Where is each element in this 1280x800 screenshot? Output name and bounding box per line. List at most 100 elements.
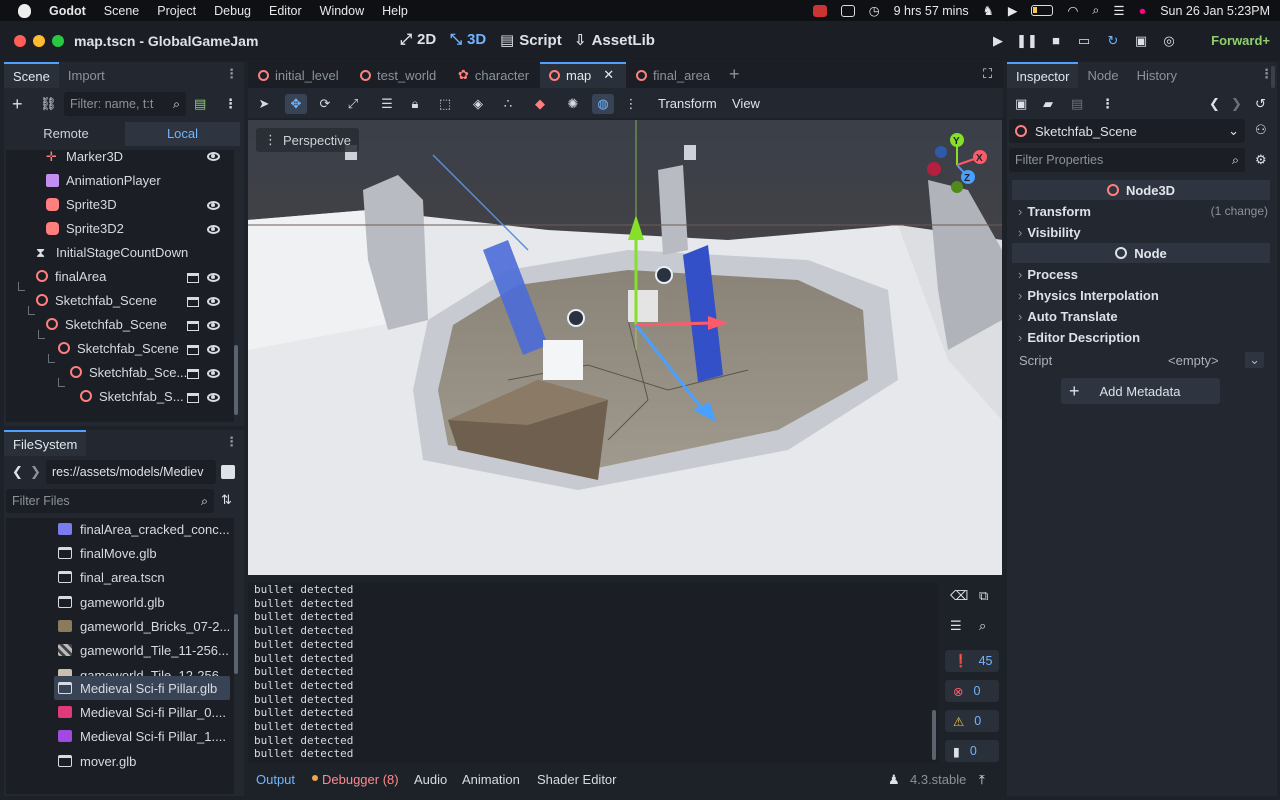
filesystem-dock-menu-icon[interactable]: ⋮ <box>225 434 238 450</box>
notes-status-icon[interactable] <box>840 4 855 17</box>
section-node[interactable]: Node <box>1012 243 1270 263</box>
save-icon[interactable]: ▤ <box>1071 96 1083 112</box>
add-metadata-button[interactable]: + Add Metadata <box>1061 378 1220 404</box>
property-group-transform[interactable]: › Transform (1 change) <box>1018 201 1268 221</box>
tree-node-sketchfab-2[interactable]: Sketchfab_Scene <box>46 312 167 336</box>
scene-dock-menu-icon[interactable]: ⋮ <box>225 66 238 82</box>
file-item-selected[interactable]: Medieval Sci-fi Pillar.glb <box>58 676 217 700</box>
history-back-icon[interactable]: ❮ <box>1209 96 1220 112</box>
visibility-eye-icon[interactable] <box>207 152 220 161</box>
local-tab-button[interactable]: Local <box>125 122 240 146</box>
open-folder-icon[interactable]: ▰ <box>1043 96 1053 112</box>
file-item[interactable]: gameworld_Tile_11-256... <box>58 638 229 662</box>
viewport-options-icon[interactable]: ⋮ <box>620 94 642 114</box>
object-selector-dropdown[interactable]: Sketchfab_Scene ⌄ <box>1009 119 1245 143</box>
file-item[interactable]: Medieval Sci-fi Pillar_1.... <box>58 724 226 748</box>
lock-icon[interactable]: 🔒︎ <box>404 94 426 114</box>
expand-bottom-panel-icon[interactable]: ⤒ <box>979 772 985 788</box>
scene-tab-test-world[interactable]: test_world <box>360 64 436 86</box>
close-tab-icon[interactable]: ✕ <box>603 67 614 83</box>
close-window-button[interactable] <box>14 35 26 47</box>
object-history-icon[interactable]: ↺ <box>1255 96 1266 112</box>
add-scene-tab-icon[interactable]: + <box>729 64 740 85</box>
scene-tab-map[interactable]: map ✕ <box>549 64 614 86</box>
tab-history[interactable]: History <box>1128 62 1186 88</box>
tree-node-initialstagecountdown[interactable]: ⧗ InitialStageCountDown <box>36 240 188 264</box>
scene-tab-character[interactable]: ✿ character <box>458 64 529 86</box>
siri-icon[interactable]: ● <box>1139 4 1147 18</box>
file-item[interactable]: gameworld_Bricks_07-2... <box>58 614 230 638</box>
menu-project[interactable]: Project <box>157 4 196 18</box>
local-space-icon[interactable]: ◈ <box>467 94 489 114</box>
select-mode-icon[interactable]: ➤ <box>253 94 275 114</box>
file-item[interactable]: finalMove.glb <box>58 541 157 565</box>
transform-menu[interactable]: Transform <box>658 96 717 111</box>
bottom-tab-animation[interactable]: Animation <box>462 772 520 787</box>
split-view-icon[interactable] <box>221 465 235 479</box>
scale-mode-icon[interactable]: ⤢ <box>342 94 364 114</box>
doc-help-icon[interactable]: ⚇ <box>1255 122 1267 138</box>
play-scene-icon[interactable]: ▣ <box>1130 31 1152 51</box>
minimize-window-button[interactable] <box>33 35 45 47</box>
property-settings-icon[interactable]: ⚙ <box>1255 152 1267 168</box>
workspace-2d-button[interactable]: ⤢ 2D <box>400 31 436 48</box>
tree-node-sprite3d2[interactable]: Sprite3D2 <box>46 216 124 240</box>
attach-script-icon[interactable]: ▤ <box>194 96 206 112</box>
view-menu[interactable]: View <box>732 96 760 111</box>
elephant-status-icon[interactable]: ♞ <box>983 3 994 18</box>
back-arrow-icon[interactable]: ❮ <box>12 464 23 480</box>
godot-version[interactable]: 4.3.stable <box>910 772 966 787</box>
remote-tab-button[interactable]: Remote <box>8 122 124 146</box>
movie-maker-icon[interactable]: ◎ <box>1158 31 1180 51</box>
search-output-icon[interactable]: ⌕ <box>979 618 986 634</box>
environment-preview-icon[interactable]: ◍ <box>592 94 614 114</box>
tab-inspector[interactable]: Inspector <box>1007 62 1079 88</box>
group-icon[interactable]: ⬚ <box>434 94 456 114</box>
warnings-filter-toggle[interactable]: ⚠ 0 <box>945 710 999 732</box>
open-scene-icon[interactable] <box>187 393 199 403</box>
maximize-window-button[interactable] <box>52 35 64 47</box>
property-group-visibility[interactable]: › Visibility <box>1018 222 1268 242</box>
menu-help[interactable]: Help <box>382 4 408 18</box>
tab-filesystem[interactable]: FileSystem <box>4 430 87 456</box>
update-spinner-icon[interactable]: ♟ <box>888 772 900 788</box>
sun-preview-icon[interactable]: ✺ <box>562 94 584 114</box>
move-mode-icon[interactable]: ✥ <box>285 94 307 114</box>
clear-output-icon[interactable]: ⌫ <box>950 588 968 604</box>
reload-icon[interactable]: ↻ <box>1102 31 1124 51</box>
remote-debug-icon[interactable]: ▭ <box>1073 31 1095 51</box>
file-item[interactable]: Medieval Sci-fi Pillar_0.... <box>58 700 226 724</box>
open-scene-icon[interactable] <box>187 369 199 379</box>
menu-debug[interactable]: Debug <box>214 4 251 18</box>
battery-icon[interactable] <box>1031 5 1054 16</box>
copy-output-icon[interactable]: ⧉ <box>979 588 988 604</box>
errors-filter-toggle[interactable]: ⊗ 0 <box>945 680 999 702</box>
visibility-eye-icon[interactable] <box>207 393 220 402</box>
open-scene-icon[interactable] <box>187 345 199 355</box>
collapse-output-icon[interactable]: ☰ <box>950 618 962 634</box>
bottom-tab-debugger[interactable]: Debugger (8) <box>322 772 399 787</box>
rotate-mode-icon[interactable]: ⟳ <box>314 94 336 114</box>
bottom-tab-output[interactable]: Output <box>256 772 295 787</box>
tree-node-sketchfab-4[interactable]: Sketchfab_Sce... <box>70 360 187 384</box>
inspector-scrollbar[interactable] <box>1271 66 1275 88</box>
menu-app-godot[interactable]: Godot <box>49 4 86 18</box>
tree-node-animationplayer[interactable]: AnimationPlayer <box>46 168 161 192</box>
bottom-tab-audio[interactable]: Audio <box>414 772 447 787</box>
visibility-eye-icon[interactable] <box>207 201 220 210</box>
control-center-icon[interactable]: ☰ <box>1113 3 1124 18</box>
workspace-script-button[interactable]: ▤ Script <box>500 31 562 50</box>
list-select-icon[interactable]: ☰ <box>376 94 398 114</box>
property-group-auto-translate[interactable]: › Auto Translate <box>1018 306 1268 326</box>
instance-link-icon[interactable]: ⛓ <box>40 96 57 112</box>
renderer-dropdown[interactable]: Forward+ <box>1211 33 1270 48</box>
scene-tree-scrollbar[interactable] <box>234 345 238 415</box>
tab-import[interactable]: Import <box>59 62 114 88</box>
output-log[interactable]: bullet detected bullet detected bullet d… <box>248 583 938 763</box>
workspace-assetlib-button[interactable]: ⇩ AssetLib <box>574 31 655 50</box>
camera-preview-icon[interactable]: ◆ <box>529 94 551 114</box>
property-group-process[interactable]: › Process <box>1018 264 1268 284</box>
scene-options-icon[interactable]: ⋮ <box>224 96 237 112</box>
file-item[interactable]: final_area.tscn <box>58 565 165 589</box>
open-scene-icon[interactable] <box>187 321 199 331</box>
